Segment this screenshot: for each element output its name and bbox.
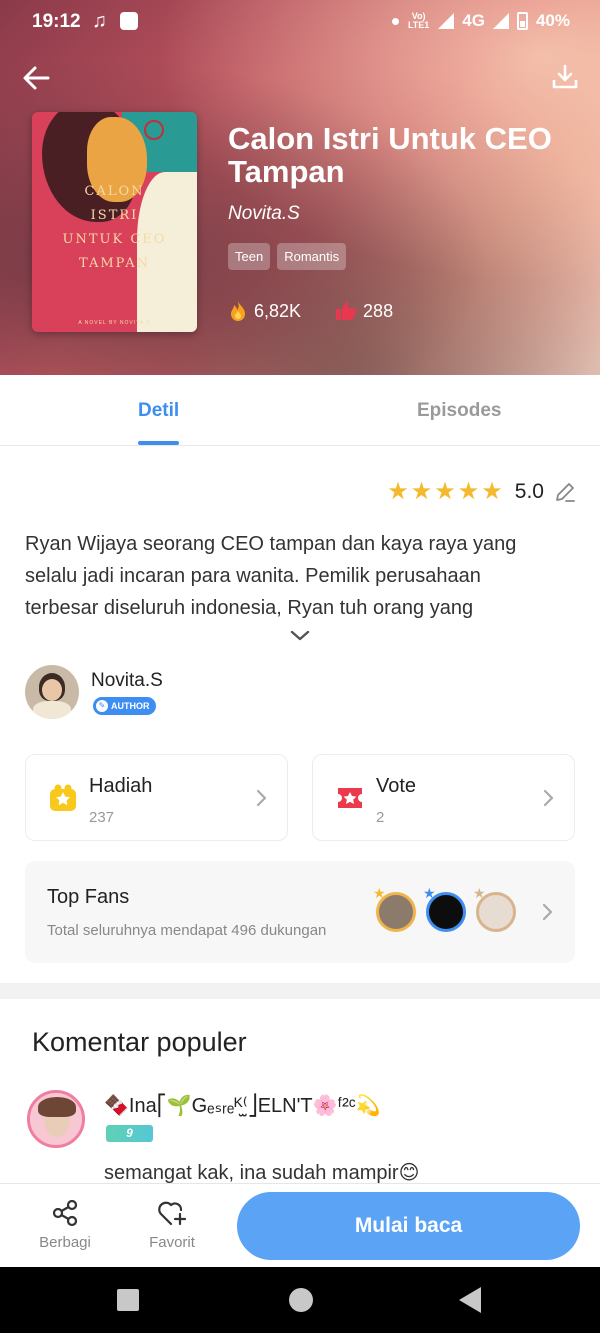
vote-title: Vote: [376, 775, 417, 797]
fire-icon: [231, 301, 245, 321]
home-icon[interactable]: [289, 1288, 313, 1312]
book-cover: CALON ISTRI UNTUK CEO TAMPAN A NOVEL BY …: [32, 112, 197, 332]
volte-icon: Vo) LTE1: [407, 11, 430, 30]
crown-icon: ★: [423, 885, 436, 901]
bottom-action-bar: Berbagi Favorit Mulai baca: [0, 1183, 600, 1267]
notification-dot-icon: [391, 17, 399, 25]
star-icon: ★: [410, 478, 433, 505]
views-stat: 6,82K: [228, 300, 301, 322]
rating-score: 5.0: [514, 480, 544, 503]
vote-count: 2: [376, 809, 385, 826]
app-notification-icon: [120, 12, 138, 30]
battery-icon: [516, 12, 528, 30]
hadiah-count: 237: [89, 809, 115, 826]
tab-detil[interactable]: Detil: [138, 400, 179, 422]
author-badge: ✎ AUTHOR: [93, 697, 156, 715]
book-header: 19:12 ♫ Vo) LTE1 4G 40% CALON ISTRI UNTUK…: [0, 0, 600, 375]
favorite-button[interactable]: Favorit: [132, 1198, 212, 1251]
start-reading-button[interactable]: Mulai baca: [237, 1192, 580, 1260]
crown-icon: ★: [373, 885, 386, 901]
download-icon[interactable]: [550, 62, 580, 92]
music-note-icon: ♫: [92, 10, 107, 32]
edit-pencil-icon[interactable]: [554, 481, 576, 503]
system-nav-bar: [0, 1267, 600, 1333]
synopsis-text: Ryan Wijaya seorang CEO tampan dan kaya …: [25, 533, 517, 619]
tab-bar: Detil Episodes: [0, 375, 600, 446]
share-icon: [52, 1199, 78, 1227]
thumbs-up-icon: [336, 302, 356, 320]
signal-icon: [438, 13, 455, 29]
likes-count: 288: [363, 300, 394, 321]
top-fans-title: Top Fans: [47, 886, 130, 908]
commenter-level-badge: 9: [106, 1125, 153, 1142]
top-fans-subtitle: Total seluruhnya mendapat 496 dukungan: [47, 922, 327, 939]
recent-apps-icon[interactable]: [117, 1289, 139, 1311]
star-icon: ★: [457, 478, 480, 505]
chevron-right-icon: [543, 789, 554, 807]
back-nav-icon[interactable]: [459, 1287, 481, 1313]
star-icon: ★: [434, 478, 456, 505]
book-author[interactable]: Novita.S: [228, 203, 300, 225]
network-type: 4G: [462, 11, 485, 30]
share-label: Berbagi: [39, 1234, 91, 1251]
author-badge-label: AUTHOR: [111, 701, 150, 711]
status-right: Vo) LTE1 4G 40%: [391, 11, 570, 31]
top-fans-card[interactable]: Top Fans Total seluruhnya mendapat 496 d…: [25, 861, 575, 963]
comments-title: Komentar populer: [32, 1027, 247, 1057]
section-divider: [0, 983, 600, 999]
author-name[interactable]: Novita.S: [91, 670, 163, 692]
tag-teen[interactable]: Teen: [228, 243, 271, 270]
favorite-label: Favorit: [149, 1234, 195, 1251]
views-count: 6,82K: [254, 300, 302, 321]
star-icon: ★: [387, 478, 409, 505]
back-arrow-icon[interactable]: [18, 60, 54, 96]
status-time: 19:12: [32, 11, 81, 32]
share-button[interactable]: Berbagi: [25, 1198, 105, 1251]
crown-icon: ★: [473, 885, 486, 901]
book-title: Calon Istri Untuk CEO Tampan: [228, 121, 552, 189]
hadiah-card[interactable]: Hadiah 237: [25, 754, 288, 841]
chevron-right-icon: [542, 903, 553, 921]
active-tab-indicator: [138, 441, 179, 445]
rating: ★ ★ ★ ★ ★ 5.0: [387, 480, 576, 504]
hadiah-title: Hadiah: [89, 775, 153, 797]
cover-title: CALON ISTRI UNTUK CEO TAMPAN: [62, 184, 167, 271]
chevron-down-icon[interactable]: [289, 628, 311, 644]
heart-plus-icon: [158, 1201, 187, 1226]
battery-level: 40%: [535, 11, 570, 30]
book-stats: 6,82K 288: [228, 300, 393, 322]
vote-ticket-icon: [338, 788, 362, 808]
cover-caption: A NOVEL BY NOVITA S: [78, 320, 151, 326]
star-icon: ★: [481, 478, 503, 505]
chevron-right-icon: [256, 789, 267, 807]
commenter-avatar[interactable]: [27, 1090, 85, 1148]
likes-stat: 288: [335, 301, 393, 322]
author-badge-icon: ✎: [96, 700, 108, 712]
author-avatar[interactable]: [25, 665, 79, 719]
status-bar: 19:12 ♫ Vo) LTE1 4G 40%: [0, 0, 600, 44]
commenter-name[interactable]: 🍫Ina⎡🌱Gₑₛᵣₑᴷ⁽̫⎦ELN'T🌸ᶠ²ᶜ💫: [104, 1093, 381, 1118]
vote-card[interactable]: Vote 2: [312, 754, 575, 841]
tag-romantis[interactable]: Romantis: [277, 243, 347, 270]
tag-list: Teen Romantis: [228, 243, 347, 270]
signal-2-icon: [492, 13, 509, 29]
tab-episodes[interactable]: Episodes: [417, 400, 501, 422]
comment-text: semangat kak, ina sudah mampir😊: [104, 1162, 420, 1184]
gift-icon: [50, 784, 76, 811]
